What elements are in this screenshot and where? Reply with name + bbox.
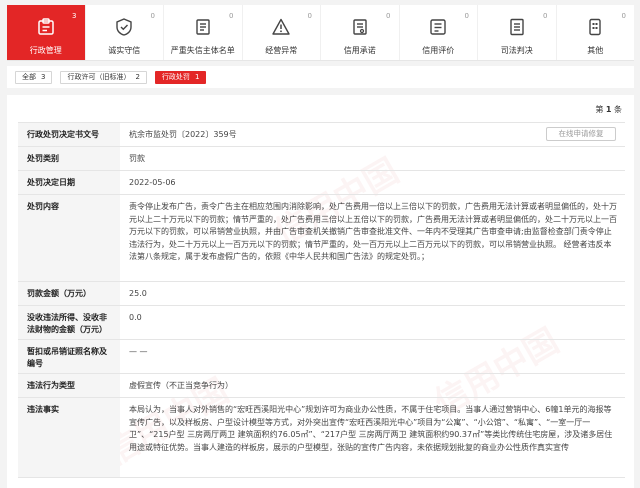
filter-all[interactable]: 全部 3 xyxy=(15,70,53,84)
online-repair-button[interactable]: 在线申请修复 xyxy=(546,127,616,141)
nav-tab-count: 0 xyxy=(229,12,234,20)
row-key: 没收违法所得、没收非法财物的金额（万元） xyxy=(18,306,120,339)
nav-tab-count: 3 xyxy=(72,12,77,20)
row-value: 虚假宣传（不正当竞争行为） xyxy=(129,381,233,390)
row-value-text: 杭余市监处罚〔2022〕359号 xyxy=(129,130,237,139)
nav-tab-blacklist[interactable]: 0 严重失信主体名单 xyxy=(164,5,243,60)
other-icon xyxy=(584,16,606,38)
nav-tab-label: 信用承诺 xyxy=(343,46,376,55)
row-value: 2022-05-06 xyxy=(129,178,176,187)
filter-license-old[interactable]: 行政许可（旧标准） 2 xyxy=(60,70,147,84)
table-row: 罚款金额（万元） 25.0 xyxy=(18,282,625,306)
nav-tab-other[interactable]: 0 其他 xyxy=(557,5,635,60)
nav-tab-count: 0 xyxy=(150,12,155,20)
table-row: 处罚类别 罚款 xyxy=(18,147,625,171)
filter-count: 3 xyxy=(41,73,46,81)
nav-tab-count: 0 xyxy=(621,12,626,20)
nav-tab-label: 其他 xyxy=(587,46,604,55)
filter-penalty[interactable]: 行政处罚 1 xyxy=(154,70,207,84)
nav-tab-count: 0 xyxy=(307,12,312,20)
nav-tab-commitment[interactable]: 0 信用承诺 xyxy=(321,5,400,60)
table-row: 违法行为类型 虚假宣传（不正当竞争行为） xyxy=(18,374,625,398)
pager-page: 1 xyxy=(605,105,612,114)
table-row: 处罚内容 责令停止发布广告，责令广告主在相应范围内消除影响，处广告费用一倍以上三… xyxy=(18,195,625,282)
blacklist-icon xyxy=(192,16,214,38)
admin-icon xyxy=(35,16,57,38)
row-value: 本局认为，当事人对外销售的“宏旺西溪阳光中心”规划许可为商业办公性质，不属于住宅… xyxy=(129,405,613,452)
row-key: 行政处罚决定书文号 xyxy=(18,123,120,146)
row-value: 罚款 xyxy=(129,154,145,163)
row-key: 罚款金额（万元） xyxy=(18,282,120,305)
nav-tab-label: 严重失信主体名单 xyxy=(170,46,235,55)
record-panel: 第 1 条 信用中国 信用中国 信用中国 行政处罚决定书文号 杭余市监处罚〔20… xyxy=(7,95,634,488)
filter-bar: 全部 3 行政许可（旧标准） 2 行政处罚 1 xyxy=(7,66,634,88)
pager-suffix: 条 xyxy=(614,105,622,114)
nav-tab-count: 0 xyxy=(464,12,469,20)
nav-tab-label: 经营异常 xyxy=(265,46,298,55)
warning-icon xyxy=(270,16,292,38)
nav-tab-honest[interactable]: 0 诚实守信 xyxy=(86,5,164,60)
row-key: 处罚决定日期 xyxy=(18,171,120,194)
row-value: 杭余市监处罚〔2022〕359号 在线申请修复 xyxy=(120,123,625,146)
nav-tab-abnormal[interactable]: 0 经营异常 xyxy=(243,5,321,60)
row-key: 违法事实 xyxy=(18,398,120,477)
nav-tab-label: 行政管理 xyxy=(29,46,62,55)
filter-label: 行政许可（旧标准） xyxy=(67,73,131,81)
filter-count: 1 xyxy=(194,73,200,81)
nav-tab-judgment[interactable]: 0 司法判决 xyxy=(478,5,557,60)
row-key: 暂扣或吊销证照名称及编号 xyxy=(18,340,120,373)
nav-tab-label: 信用评价 xyxy=(422,46,455,55)
filter-label: 行政处罚 xyxy=(161,73,190,81)
row-value: 责令停止发布广告，责令广告主在相应范围内消除影响，处广告费用一倍以上三倍以下的罚… xyxy=(129,202,617,261)
row-key: 处罚内容 xyxy=(18,195,120,281)
row-key: 违法行为类型 xyxy=(18,374,120,397)
honest-icon xyxy=(113,16,135,38)
record-pager: 第 1 条 xyxy=(595,104,622,115)
row-value: 0.0 xyxy=(129,313,142,322)
nav-tab-evaluation[interactable]: 0 信用评价 xyxy=(400,5,478,60)
table-row: 暂扣或吊销证照名称及编号 — — xyxy=(18,340,625,374)
evaluation-icon xyxy=(427,16,449,38)
filter-label: 全部 xyxy=(22,73,36,81)
table-row: 处罚决定日期 2022-05-06 xyxy=(18,171,625,195)
row-value: — — xyxy=(129,347,148,356)
filter-count: 2 xyxy=(135,73,140,81)
pager-prefix: 第 xyxy=(595,105,604,114)
nav-tab-admin[interactable]: 3 行政管理 xyxy=(7,5,86,60)
commitment-icon xyxy=(349,16,371,38)
nav-tab-label: 诚实守信 xyxy=(108,46,141,55)
nav-tab-count: 0 xyxy=(386,12,391,20)
record-table: 行政处罚决定书文号 杭余市监处罚〔2022〕359号 在线申请修复 处罚类别 罚… xyxy=(18,122,625,478)
row-key: 处罚类别 xyxy=(18,147,120,170)
table-row: 没收违法所得、没收非法财物的金额（万元） 0.0 xyxy=(18,306,625,340)
category-nav: 3 行政管理 0 诚实守信 0 严重失信主体名单 0 经营异常 0 信用承诺 0 xyxy=(7,5,634,61)
table-row: 违法事实 本局认为，当事人对外销售的“宏旺西溪阳光中心”规划许可为商业办公性质，… xyxy=(18,398,625,478)
row-value: 25.0 xyxy=(129,289,147,298)
table-row: 行政处罚决定书文号 杭余市监处罚〔2022〕359号 在线申请修复 xyxy=(18,123,625,147)
judgment-icon xyxy=(506,16,528,38)
nav-tab-label: 司法判决 xyxy=(500,46,533,55)
nav-tab-count: 0 xyxy=(543,12,548,20)
